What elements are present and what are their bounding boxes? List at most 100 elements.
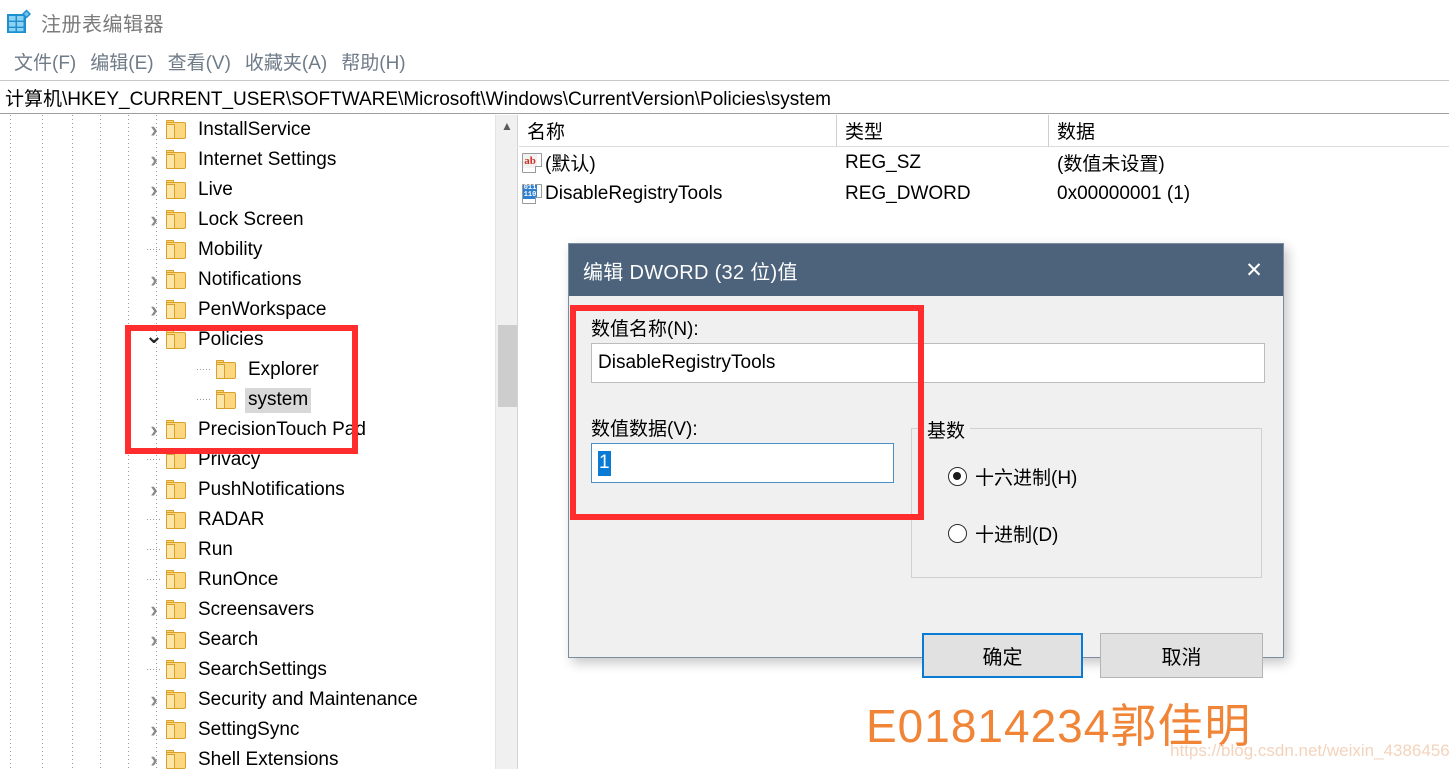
chevron-right-icon[interactable]: › <box>144 685 164 715</box>
tree-item-security-and-maintenance[interactable]: › Security and Maintenance <box>0 685 517 715</box>
watermark-url: https://blog.csdn.net/weixin_43864567 <box>1170 741 1449 760</box>
chevron-right-icon[interactable]: › <box>144 175 164 205</box>
tree-item-explorer[interactable]: Explorer <box>0 355 517 385</box>
folder-icon <box>216 359 236 379</box>
tree-vertical-scrollbar[interactable]: ▲ <box>495 115 517 769</box>
value-name: DisableRegistryTools <box>545 182 723 204</box>
tree-item-label: Run <box>198 538 233 560</box>
tree-leaf-connector <box>194 385 214 415</box>
dword-value-icon: 011 110 <box>522 183 542 204</box>
tree-item-penworkspace[interactable]: › PenWorkspace <box>0 295 517 325</box>
folder-icon <box>166 629 186 649</box>
tree-item-shell-extensions[interactable]: › Shell Extensions <box>0 745 517 769</box>
tree-item-label: Shell Extensions <box>198 748 339 769</box>
chevron-right-icon[interactable]: › <box>144 145 164 175</box>
tree-item-searchsettings[interactable]: SearchSettings <box>0 655 517 685</box>
scroll-up-arrow-icon[interactable]: ▲ <box>496 115 517 137</box>
cancel-button[interactable]: 取消 <box>1100 633 1263 678</box>
tree-item-label: Internet Settings <box>198 148 337 170</box>
folder-icon <box>166 509 186 529</box>
base-groupbox: 基数 十六进制(H) 十进制(D) <box>911 416 1262 578</box>
tree-leaf-connector <box>194 355 214 385</box>
folder-icon <box>166 209 186 229</box>
tree-item-search[interactable]: › Search <box>0 625 517 655</box>
folder-icon <box>216 389 236 409</box>
folder-icon <box>166 689 186 709</box>
scrollbar-thumb[interactable] <box>498 325 517 407</box>
chevron-right-icon[interactable]: › <box>144 415 164 445</box>
tree-item-screensavers[interactable]: › Screensavers <box>0 595 517 625</box>
tree-item-precisiontouch-pad[interactable]: › PrecisionTouch Pad <box>0 415 517 445</box>
chevron-right-icon[interactable]: › <box>144 295 164 325</box>
tree-item-settingsync[interactable]: › SettingSync <box>0 715 517 745</box>
tree-item-radar[interactable]: RADAR <box>0 505 517 535</box>
tree-item-label: Lock Screen <box>198 208 304 230</box>
table-row[interactable]: 011 110 DisableRegistryTools REG_DWORD 0… <box>519 178 1449 209</box>
tree-leaf-connector <box>144 445 164 475</box>
tree-item-label: PushNotifications <box>198 478 345 500</box>
folder-icon <box>166 749 186 769</box>
window-title: 注册表编辑器 <box>41 13 164 36</box>
tree-item-mobility[interactable]: Mobility <box>0 235 517 265</box>
column-header-name[interactable]: 名称 <box>519 115 836 147</box>
tree-leaf-connector <box>144 655 164 685</box>
tree-item-label: system <box>245 387 312 413</box>
tree-item-label: Explorer <box>248 358 319 380</box>
table-row[interactable]: ab (默认) REG_SZ (数值未设置) <box>519 147 1449 178</box>
tree-item-system[interactable]: system <box>0 385 517 415</box>
menu-help[interactable]: 帮助(H) <box>334 46 412 77</box>
chevron-right-icon[interactable]: › <box>144 625 164 655</box>
registry-tree-list: › InstallService › Internet Settings › Live › L… <box>0 115 517 769</box>
base-groupbox-label: 基数 <box>922 416 971 443</box>
folder-icon <box>166 329 186 349</box>
radio-decimal[interactable]: 十进制(D) <box>948 520 1058 547</box>
tree-item-pushnotifications[interactable]: › PushNotifications <box>0 475 517 505</box>
tree-item-notifications[interactable]: › Notifications <box>0 265 517 295</box>
column-header-type[interactable]: 类型 <box>836 115 1048 147</box>
close-icon[interactable]: ✕ <box>1225 244 1283 296</box>
menu-favorites[interactable]: 收藏夹(A) <box>238 46 334 77</box>
tree-leaf-connector <box>144 535 164 565</box>
folder-icon <box>166 419 186 439</box>
column-header-data[interactable]: 数据 <box>1048 115 1428 147</box>
folder-icon <box>166 239 186 259</box>
tree-item-policies[interactable]: ⌄ Policies <box>0 323 517 355</box>
chevron-right-icon[interactable]: › <box>144 265 164 295</box>
radio-decimal-label: 十进制(D) <box>975 525 1059 546</box>
chevron-right-icon[interactable]: › <box>144 595 164 625</box>
string-value-icon: ab <box>522 152 542 173</box>
chevron-right-icon[interactable]: › <box>144 205 164 235</box>
chevron-right-icon[interactable]: › <box>144 745 164 769</box>
registry-editor-icon <box>6 9 32 35</box>
tree-leaf-connector <box>144 505 164 535</box>
chevron-right-icon[interactable]: › <box>144 715 164 745</box>
folder-icon <box>166 149 186 169</box>
tree-item-installservice[interactable]: › InstallService <box>0 115 517 145</box>
ok-button[interactable]: 确定 <box>922 633 1083 678</box>
radio-hexadecimal[interactable]: 十六进制(H) <box>948 463 1077 490</box>
tree-item-label: RunOnce <box>198 568 279 590</box>
menu-file[interactable]: 文件(F) <box>7 46 83 77</box>
folder-icon <box>166 479 186 499</box>
tree-item-privacy[interactable]: Privacy <box>0 445 517 475</box>
tree-item-lock-screen[interactable]: › Lock Screen <box>0 205 517 235</box>
value-name-input[interactable]: DisableRegistryTools <box>591 343 1265 383</box>
folder-icon <box>166 449 186 469</box>
menu-view[interactable]: 查看(V) <box>161 46 238 77</box>
tree-item-internet-settings[interactable]: › Internet Settings <box>0 145 517 175</box>
chevron-right-icon[interactable]: › <box>144 475 164 505</box>
menu-edit[interactable]: 编辑(E) <box>83 46 160 77</box>
address-bar[interactable]: 计算机\HKEY_CURRENT_USER\SOFTWARE\Microsoft… <box>0 80 1449 114</box>
value-name-label: 数值名称(N): <box>591 319 699 340</box>
value-data-input[interactable]: 1 <box>591 443 894 483</box>
tree-item-label: PenWorkspace <box>198 298 327 320</box>
registry-tree-pane: › InstallService › Internet Settings › Live › L… <box>0 115 518 769</box>
tree-item-label: Notifications <box>198 268 302 290</box>
tree-item-label: Live <box>198 178 233 200</box>
tree-item-live[interactable]: › Live <box>0 175 517 205</box>
chevron-right-icon[interactable]: › <box>144 115 164 145</box>
tree-item-run[interactable]: Run <box>0 535 517 565</box>
tree-item-runonce[interactable]: RunOnce <box>0 565 517 595</box>
chevron-down-icon[interactable]: ⌄ <box>144 323 164 355</box>
folder-icon <box>166 179 186 199</box>
